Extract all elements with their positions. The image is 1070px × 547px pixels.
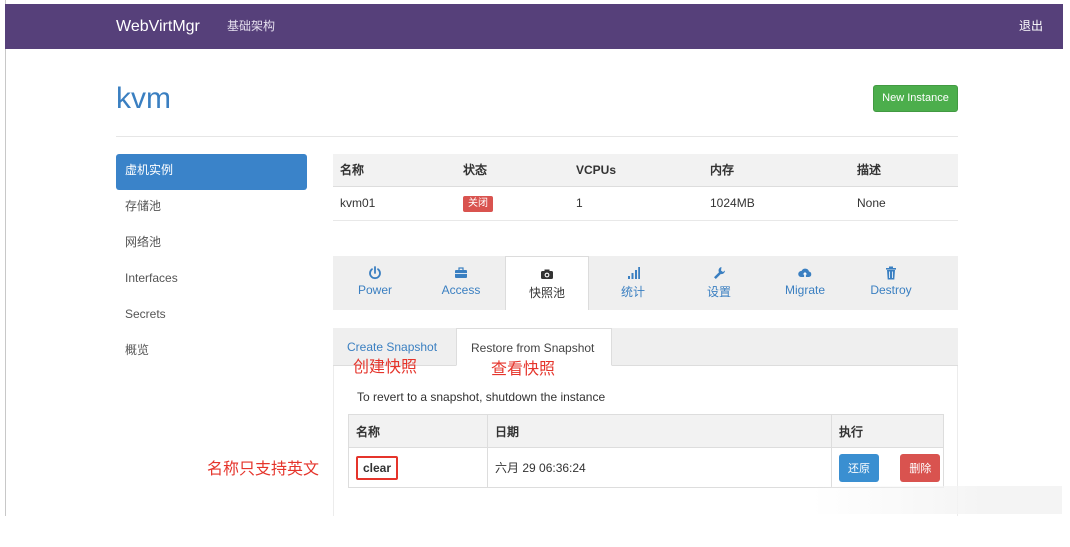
bottom-fade bbox=[812, 486, 1062, 514]
sidebar: 虚机实例 存储池 网络池 Interfaces Secrets 概览 bbox=[116, 154, 307, 370]
tab-label: Access bbox=[441, 283, 481, 297]
snapshot-subtabs: Create Snapshot Restore from Snapshot bbox=[333, 328, 958, 366]
tab-settings[interactable]: 设置 bbox=[677, 256, 761, 310]
signal-icon bbox=[628, 267, 640, 279]
cell-desc: None bbox=[850, 186, 958, 221]
top-navbar: WebVirtMgr 基础架构 退出 bbox=[5, 4, 1063, 49]
annotation-create-snapshot: 创建快照 bbox=[353, 359, 418, 376]
logout-link[interactable]: 退出 bbox=[1019, 4, 1043, 49]
col-header-desc: 描述 bbox=[850, 154, 958, 187]
tab-power[interactable]: Power bbox=[333, 256, 417, 310]
status-badge: 关闭 bbox=[463, 195, 493, 212]
nav-link-infrastructure[interactable]: 基础架构 bbox=[227, 4, 275, 49]
annotation-name-note: 名称只支持英文 bbox=[207, 461, 320, 478]
title-divider bbox=[116, 136, 958, 137]
sidebar-item-secrets[interactable]: Secrets bbox=[116, 298, 307, 334]
instance-action-tabs: Power Access 快照池 统计 设置 Migrate Destroy bbox=[333, 256, 958, 310]
table-row: clear 六月 29 06:36:24 还原 删除 bbox=[348, 447, 944, 488]
sidebar-item-storage[interactable]: 存储池 bbox=[116, 190, 307, 226]
tab-label: Power bbox=[357, 283, 392, 297]
tab-access[interactable]: Access bbox=[419, 256, 503, 310]
cell-name: kvm01 bbox=[333, 186, 456, 221]
new-instance-button[interactable]: New Instance bbox=[873, 85, 958, 112]
tab-label: Destroy bbox=[870, 283, 912, 297]
sidebar-item-instances[interactable]: 虚机实例 bbox=[116, 154, 307, 190]
cell-snap-actions: 还原 删除 bbox=[831, 447, 944, 488]
tab-label: 设置 bbox=[706, 285, 731, 299]
camera-icon bbox=[541, 269, 553, 279]
sidebar-item-networks[interactable]: 网络池 bbox=[116, 226, 307, 262]
sidebar-item-overview[interactable]: 概览 bbox=[116, 334, 307, 370]
col-header-name: 名称 bbox=[333, 154, 456, 187]
instance-info-table: 名称 状态 VCPUs 内存 描述 kvm01 关闭 1 1024MB None bbox=[333, 154, 958, 221]
frame-border bbox=[5, 0, 6, 516]
tab-migrate[interactable]: Migrate bbox=[763, 256, 847, 310]
cell-status: 关闭 bbox=[456, 186, 569, 221]
briefcase-icon bbox=[455, 267, 467, 278]
tab-stats[interactable]: 统计 bbox=[591, 256, 675, 310]
cell-memory: 1024MB bbox=[703, 186, 850, 221]
snapshot-name: clear bbox=[356, 455, 399, 480]
tab-label: 统计 bbox=[620, 285, 645, 299]
delete-button[interactable]: 删除 bbox=[900, 453, 941, 482]
cell-snap-name: clear bbox=[348, 447, 488, 488]
sidebar-item-interfaces[interactable]: Interfaces bbox=[116, 262, 307, 298]
col-header-snap-date: 日期 bbox=[487, 414, 832, 448]
tab-snapshots[interactable]: 快照池 bbox=[505, 256, 589, 310]
cloud-upload-icon bbox=[798, 268, 812, 277]
col-header-snap-name: 名称 bbox=[348, 414, 488, 448]
brand-logo[interactable]: WebVirtMgr bbox=[116, 4, 200, 49]
col-header-memory: 内存 bbox=[703, 154, 850, 187]
tab-label: 快照池 bbox=[528, 286, 565, 300]
col-header-snap-actions: 执行 bbox=[831, 414, 944, 448]
table-row: kvm01 关闭 1 1024MB None bbox=[333, 186, 958, 221]
revert-hint: To revert to a snapshot, shutdown the in… bbox=[357, 390, 606, 404]
col-header-status: 状态 bbox=[456, 154, 569, 187]
snapshot-table: 名称 日期 执行 clear 六月 29 06:36:24 还原 删除 bbox=[348, 414, 944, 488]
power-icon bbox=[369, 266, 381, 280]
annotation-view-snapshot: 查看快照 bbox=[491, 361, 556, 378]
cell-vcpus: 1 bbox=[569, 186, 703, 221]
table-header-row: 名称 状态 VCPUs 内存 描述 bbox=[333, 154, 958, 187]
page-title: kvm bbox=[116, 82, 171, 115]
tab-destroy[interactable]: Destroy bbox=[849, 256, 933, 310]
wrench-icon bbox=[714, 267, 726, 279]
cell-snap-date: 六月 29 06:36:24 bbox=[487, 447, 832, 488]
restore-button[interactable]: 还原 bbox=[839, 453, 879, 482]
trash-icon bbox=[886, 266, 896, 280]
table-header-row: 名称 日期 执行 bbox=[348, 414, 944, 448]
col-header-vcpus: VCPUs bbox=[569, 154, 703, 187]
tab-label: Migrate bbox=[784, 283, 825, 297]
